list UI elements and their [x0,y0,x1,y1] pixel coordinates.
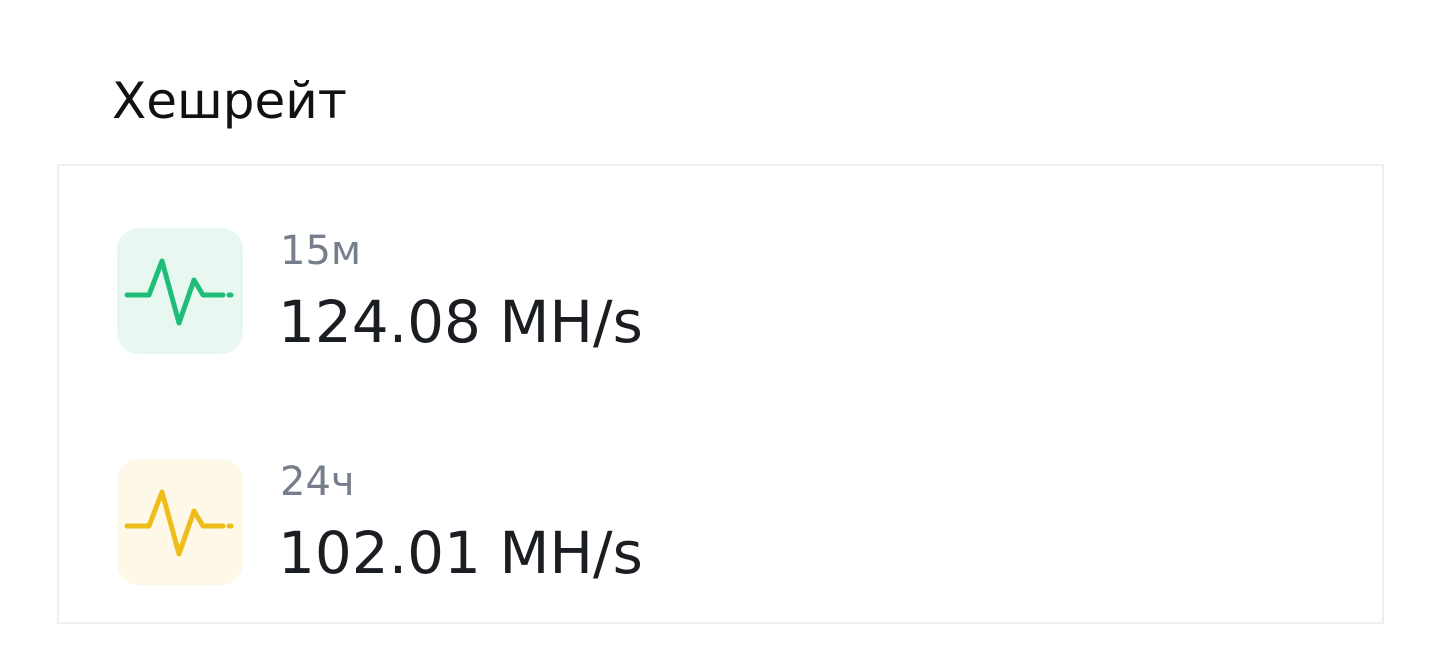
section-title: Хешрейт [112,72,347,130]
hashrate-value: 102.01 MH/s [278,519,643,587]
hashrate-row-24h: 24ч 102.01 MH/s [117,458,1217,587]
hashrate-value: 124.08 MH/s [278,288,643,356]
hashrate-card: 15м 124.08 MH/s 24ч 102.01 MH/s [57,164,1384,624]
pulse-icon-graphic [124,258,234,326]
pulse-icon [117,228,243,354]
pulse-icon [117,459,243,585]
period-label: 15м [280,228,362,274]
hashrate-row-15m: 15м 124.08 MH/s [117,227,1217,356]
period-label: 24ч [280,459,355,505]
pulse-icon-graphic [124,489,234,557]
